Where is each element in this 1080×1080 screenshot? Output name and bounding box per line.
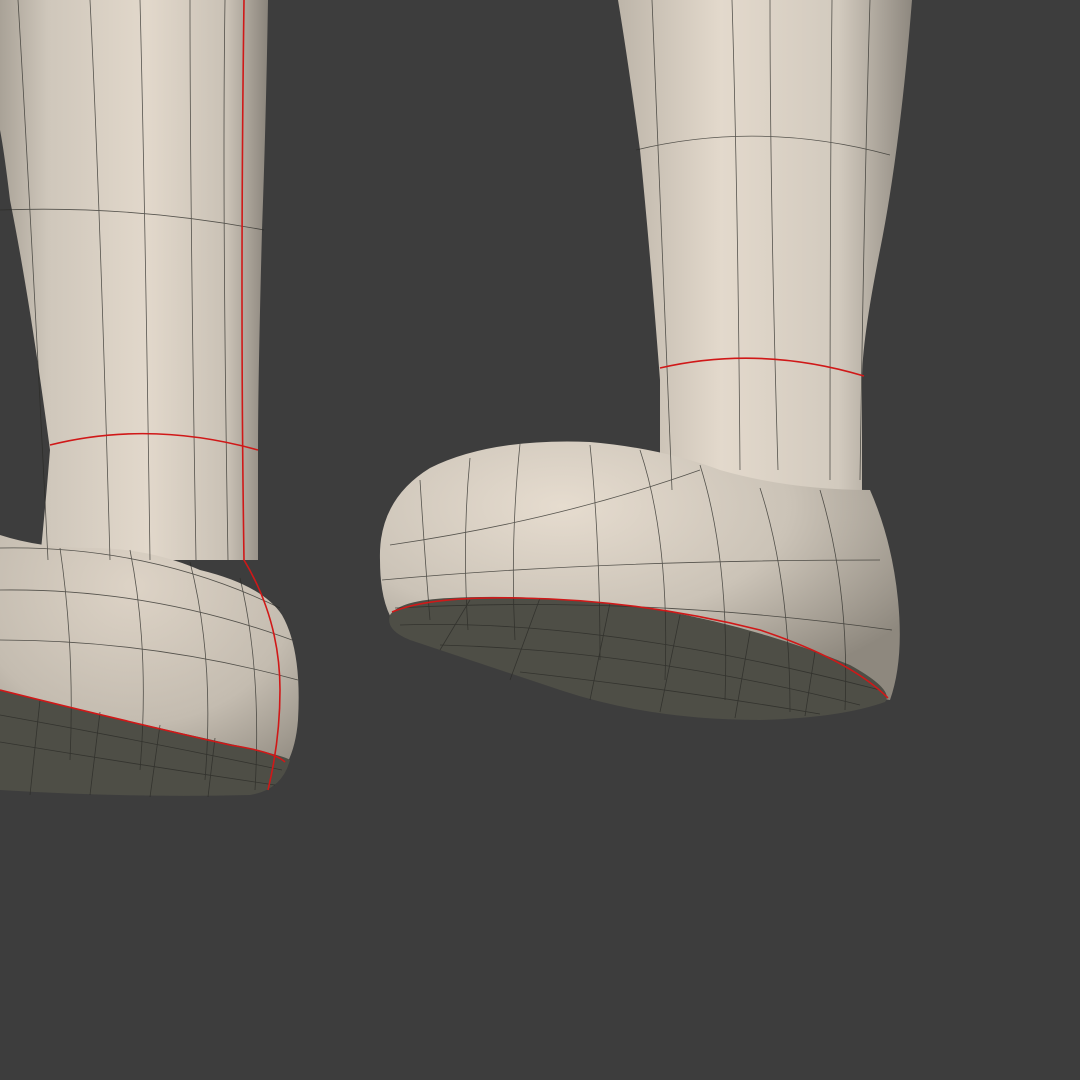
left-leg-mesh[interactable] [0,0,299,798]
3d-viewport[interactable] [0,0,1080,1080]
right-leg-mesh[interactable] [379,0,912,720]
left-leg-shin [0,0,268,560]
viewport-canvas[interactable] [0,0,1080,1080]
